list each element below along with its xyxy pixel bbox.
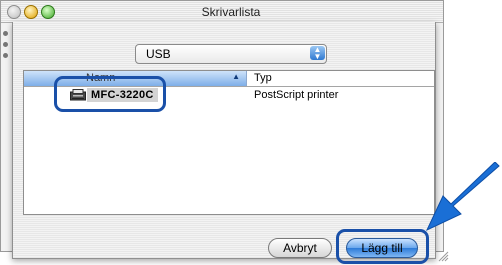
- window-title: Skrivarlista: [201, 5, 261, 19]
- add-button-highlight-frame: [336, 229, 429, 264]
- cancel-button[interactable]: Avbryt: [268, 238, 332, 258]
- connection-type-popup[interactable]: USB ▲ ▼: [135, 44, 327, 64]
- zoom-icon[interactable]: [41, 5, 55, 19]
- background-list-markers: [3, 31, 9, 71]
- column-header-type[interactable]: Typ: [254, 72, 272, 84]
- window-titlebar: Skrivarlista: [1, 1, 443, 23]
- close-icon[interactable]: [7, 5, 21, 19]
- connection-type-value: USB: [146, 47, 171, 61]
- popup-arrows-icon[interactable]: ▲ ▼: [310, 46, 325, 61]
- sort-ascending-icon: ▲: [232, 72, 240, 81]
- add-printer-sheet: USB ▲ ▼ Namn ▲ Typ MFC-3220C PostScript p…: [12, 22, 449, 262]
- printer-type: PostScript printer: [254, 89, 339, 101]
- callout-arrow-icon: [425, 162, 500, 232]
- minimize-icon[interactable]: [24, 5, 38, 19]
- printer-highlight-frame: [54, 76, 166, 112]
- resize-grip-icon[interactable]: [437, 250, 449, 262]
